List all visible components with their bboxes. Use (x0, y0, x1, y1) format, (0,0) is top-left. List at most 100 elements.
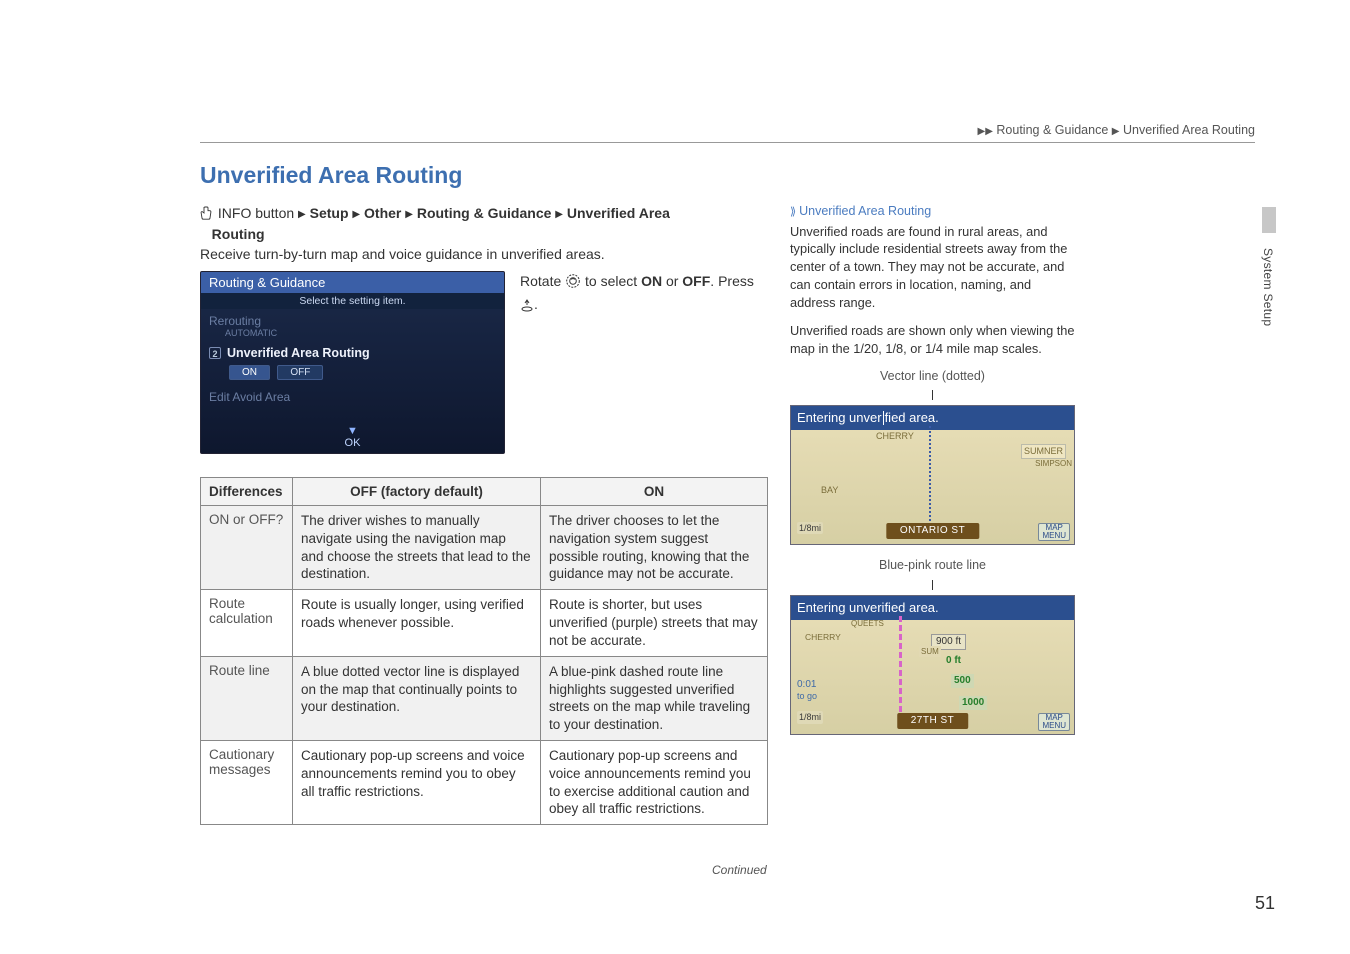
cell-on: Route is shorter, but uses unverified (p… (541, 590, 768, 656)
table-row: ON or OFF? The driver wishes to manually… (201, 506, 768, 590)
screenshot-on-button: ON (229, 365, 270, 380)
pointer-line-icon (932, 390, 933, 400)
page-number: 51 (1255, 893, 1275, 914)
map2-caption: Blue-pink route line (790, 557, 1075, 575)
sidebar-heading: ⟫Unverified Area Routing (790, 203, 1075, 221)
chevron-right-icon: ▶ (405, 209, 413, 220)
section-heading: Unverified Area Routing (200, 162, 462, 189)
map2-cherry-label: CHERRY (805, 632, 841, 644)
lead-text: Receive turn-by-turn map and voice guida… (200, 246, 760, 262)
section-tab-marker (1262, 207, 1276, 233)
map2-banner-text: Entering unverified area. (797, 600, 939, 615)
settings-screenshot: Routing & Guidance Select the setting it… (200, 271, 505, 454)
table-row: Cautionary messages Cautionary pop-up sc… (201, 740, 768, 824)
map2-distance-2: 0 ft (946, 654, 961, 668)
cell-off: Route is usually longer, using verified … (293, 590, 541, 656)
map1-banner: Entering unverfied area. (791, 406, 1074, 430)
sidebar-heading-text: Unverified Area Routing (799, 204, 931, 218)
map1-sumner-label: SUMNER (1021, 444, 1066, 459)
menu-path: INFO button ▶ Setup ▶ Other ▶ Routing & … (200, 203, 770, 244)
cell-off: Cautionary pop-up screens and voice anno… (293, 740, 541, 824)
rotate-instruction: Rotate to select ON or OFF. Press . (520, 271, 770, 318)
rotate-off: OFF (682, 273, 710, 289)
chevron-right-icon: ▶ (985, 126, 993, 137)
map2-queets-label: QUEETS (851, 618, 884, 629)
map2-street-pill: 27TH ST (897, 713, 969, 729)
cell-label: Route line (201, 656, 293, 740)
path-setup: Setup (310, 205, 349, 221)
map-illustration-1: Entering unverfied area. CHERRY SUMNER S… (790, 405, 1075, 545)
screenshot-off-button: OFF (277, 365, 323, 380)
path-routing: Routing (212, 226, 265, 242)
map1-caption: Vector line (dotted) (790, 368, 1075, 386)
map1-menu-button: MAP MENU (1038, 523, 1070, 541)
path-info-button: INFO button (218, 205, 294, 221)
chevron-right-icon: ▶ (555, 209, 563, 220)
map2-sum-label: SUM (919, 646, 941, 657)
map2-menu-button: MAP MENU (1038, 713, 1070, 731)
th-differences: Differences (201, 478, 293, 506)
differences-table: Differences OFF (factory default) ON ON … (200, 477, 768, 825)
map2-dashed-line (899, 616, 902, 721)
down-arrow-icon: ▼ (345, 425, 361, 437)
dial-icon (565, 273, 581, 294)
screenshot-dim-item-2: Edit Avoid Area (209, 390, 496, 404)
chevron-right-icon: ▶ (298, 209, 306, 220)
rotate-on: ON (641, 273, 662, 289)
press-icon (520, 297, 534, 317)
continued-label: Continued (712, 863, 767, 877)
map-illustration-2: Entering unverified area. CHERRY QUEETS … (790, 595, 1075, 735)
breadcrumb-part-2: Unverified Area Routing (1123, 123, 1255, 137)
rotate-pre: Rotate (520, 273, 565, 289)
map1-simpson-label: SIMPSON (1035, 458, 1072, 469)
pointer-line-icon (932, 580, 933, 590)
table-header-row: Differences OFF (factory default) ON (201, 478, 768, 506)
cell-off: A blue dotted vector line is displayed o… (293, 656, 541, 740)
breadcrumb-part-1: Routing & Guidance (996, 123, 1108, 137)
table-row: Route calculation Route is usually longe… (201, 590, 768, 656)
map1-cherry-label: CHERRY (876, 430, 914, 443)
screenshot-row-label: Unverified Area Routing (227, 346, 370, 360)
cell-label: Cautionary messages (201, 740, 293, 824)
chevron-right-icon: ▶ (352, 209, 360, 220)
th-on: ON (541, 478, 768, 506)
section-tab-label: System Setup (1261, 248, 1275, 326)
path-other: Other (364, 205, 401, 221)
cell-on: Cautionary pop-up screens and voice anno… (541, 740, 768, 824)
breadcrumb: ▶▶ Routing & Guidance ▶ Unverified Area … (978, 123, 1255, 137)
screenshot-title: Routing & Guidance (201, 272, 504, 293)
map2-banner: Entering unverified area. (791, 596, 1074, 620)
screenshot-dim-item: Rerouting (209, 314, 496, 328)
map1-menu-line2: MENU (1042, 532, 1066, 540)
rotate-mid: to select (581, 273, 641, 289)
screenshot-subtitle: Select the setting item. (201, 293, 504, 309)
map1-split-line (883, 411, 884, 425)
map1-scale: 1/8mi (797, 522, 823, 535)
map2-distance-4: 1000 (959, 696, 987, 710)
sidebar-note: ⟫Unverified Area Routing Unverified road… (790, 203, 1075, 735)
map2-togo: to go (797, 690, 817, 703)
map1-banner-b: fied area. (885, 410, 939, 425)
cell-on: A blue-pink dashed route line highlights… (541, 656, 768, 740)
cell-label: ON or OFF? (201, 506, 293, 590)
sidebar-para-2: Unverified roads are shown only when vie… (790, 322, 1075, 358)
path-unverified-area: Unverified Area (567, 205, 670, 221)
hand-icon (200, 205, 214, 225)
cell-on: The driver chooses to let the navigation… (541, 506, 768, 590)
screenshot-dim-sub: AUTOMATIC (225, 328, 496, 338)
rotate-post: . Press (710, 273, 754, 289)
screenshot-row-number: 2 (209, 347, 221, 359)
map1-dotted-line (929, 426, 931, 521)
path-routing-guidance: Routing & Guidance (417, 205, 552, 221)
screenshot-active-row: 2 Unverified Area Routing (209, 346, 496, 360)
map1-banner-a: Entering unver (797, 410, 882, 425)
header-divider (200, 142, 1255, 143)
cell-label: Route calculation (201, 590, 293, 656)
note-icon: ⟫ (790, 206, 796, 218)
screenshot-ok-label: OK (345, 437, 361, 449)
cell-off: The driver wishes to manually navigate u… (293, 506, 541, 590)
map2-distance-3: 500 (951, 674, 974, 688)
sidebar-para-1: Unverified roads are found in rural area… (790, 223, 1075, 313)
table-row: Route line A blue dotted vector line is … (201, 656, 768, 740)
screenshot-ok-indicator: ▼ OK (345, 425, 361, 449)
